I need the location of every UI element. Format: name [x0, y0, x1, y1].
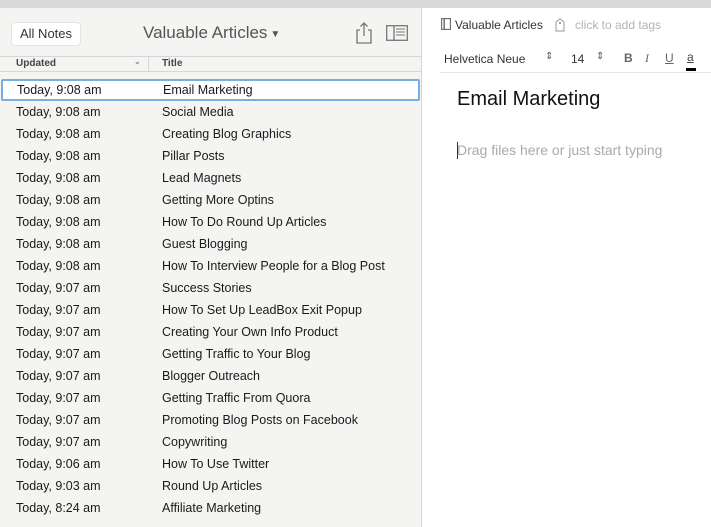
note-title-cell: Affiliate Marketing	[162, 501, 262, 515]
note-updated-cell: Today, 9:07 am	[16, 347, 101, 361]
all-notes-button[interactable]: All Notes	[11, 22, 82, 46]
bold-button[interactable]: B	[624, 51, 633, 65]
note-list-row[interactable]: Today, 9:07 am Copywriting	[0, 431, 421, 453]
font-size-stepper-icon[interactable]: ⇕	[596, 51, 604, 62]
note-updated-cell: Today, 9:06 am	[16, 457, 101, 471]
note-list-row[interactable]: Today, 9:06 am How To Use Twitter	[0, 453, 421, 475]
note-updated-cell: Today, 8:24 am	[16, 501, 101, 515]
note-editor-pane: Valuable Articles click to add tags Helv…	[422, 8, 711, 527]
text-caret	[457, 142, 458, 159]
note-list-row[interactable]: Today, 9:07 am How To Set Up LeadBox Exit…	[0, 299, 421, 321]
chevron-down-icon: ▼	[270, 29, 281, 40]
note-list-row[interactable]: Today, 9:08 am Creating Blog Graphics	[0, 123, 421, 145]
note-title-cell: Getting Traffic From Quora	[162, 391, 311, 405]
note-updated-cell: Today, 9:08 am	[16, 193, 101, 207]
note-title-cell: How To Set Up LeadBox Exit Popup	[162, 303, 362, 317]
note-title-cell: Success Stories	[162, 281, 252, 295]
tags-input[interactable]: click to add tags	[575, 18, 661, 32]
note-title-cell: Creating Your Own Info Product	[162, 325, 338, 339]
notebook-icon	[441, 18, 451, 30]
note-updated-cell: Today, 9:08 am	[17, 83, 102, 97]
note-list-row[interactable]: Today, 9:07 am Getting Traffic to Your Bl…	[0, 343, 421, 365]
format-toolbar: Helvetica Neue ⇕ 14 ⇕ B I U a	[440, 50, 711, 73]
note-updated-cell: Today, 9:08 am	[16, 127, 101, 141]
text-color-swatch	[686, 68, 696, 71]
text-color-button[interactable]: a	[687, 50, 694, 64]
note-updated-cell: Today, 9:07 am	[16, 435, 101, 449]
note-title-cell: Getting Traffic to Your Blog	[162, 347, 311, 361]
note-list-row[interactable]: Today, 9:07 am Creating Your Own Info Pro…	[0, 321, 421, 343]
note-updated-cell: Today, 9:08 am	[16, 105, 101, 119]
note-list-row[interactable]: Today, 9:07 am Promoting Blog Posts on Fa…	[0, 409, 421, 431]
note-list-column-header: Updated ⌄ Title	[0, 56, 421, 72]
note-updated-cell: Today, 9:07 am	[16, 303, 101, 317]
note-updated-cell: Today, 9:07 am	[16, 325, 101, 339]
note-list-pane: All Notes Valuable Articles ▼ Updated ⌄ T…	[0, 8, 421, 527]
note-title-cell: Blogger Outreach	[162, 369, 260, 383]
note-title-cell: Creating Blog Graphics	[162, 127, 292, 141]
share-icon[interactable]	[354, 21, 374, 45]
note-title-cell: Getting More Optins	[162, 193, 274, 207]
note-list-row[interactable]: Today, 9:07 am Blogger Outreach	[0, 365, 421, 387]
font-family-select[interactable]: Helvetica Neue	[444, 52, 525, 66]
note-list-row[interactable]: Today, 9:08 am Guest Blogging	[0, 233, 421, 255]
notebook-selector-label: Valuable Articles	[143, 23, 268, 42]
note-list-row[interactable]: Today, 9:07 am Getting Traffic From Quora	[0, 387, 421, 409]
sort-descending-icon[interactable]: ⌄	[134, 57, 141, 66]
underline-button[interactable]: U	[665, 51, 674, 65]
note-title-cell: How To Do Round Up Articles	[162, 215, 327, 229]
note-title-cell: How To Use Twitter	[162, 457, 270, 471]
font-size-select[interactable]: 14	[571, 52, 584, 66]
note-list-row[interactable]: Today, 9:08 am Social Media	[0, 101, 421, 123]
note-title-cell: Email Marketing	[163, 83, 253, 97]
note-updated-cell: Today, 9:07 am	[16, 391, 101, 405]
note-list-row[interactable]: Today, 9:08 am Getting More Optins	[0, 189, 421, 211]
note-title-cell: Round Up Articles	[162, 479, 263, 493]
note-title-field[interactable]: Email Marketing	[457, 88, 600, 111]
note-list-row[interactable]: Today, 9:08 am Pillar Posts	[0, 145, 421, 167]
note-list-row[interactable]: Today, 8:24 am Affiliate Marketing	[0, 497, 421, 519]
notebook-selector[interactable]: Valuable Articles ▼	[143, 22, 280, 47]
note-title-cell: Lead Magnets	[162, 171, 242, 185]
note-title-cell: Social Media	[162, 105, 234, 119]
editor-notebook-label[interactable]: Valuable Articles	[455, 18, 543, 32]
note-updated-cell: Today, 9:08 am	[16, 215, 101, 229]
font-family-stepper-icon[interactable]: ⇕	[545, 51, 553, 62]
note-list-row[interactable]: Today, 9:08 am How To Do Round Up Article…	[0, 211, 421, 233]
note-title-cell: Guest Blogging	[162, 237, 248, 251]
note-list-row[interactable]: Today, 9:08 am How To Interview People fo…	[0, 255, 421, 277]
note-title-cell: Copywriting	[162, 435, 228, 449]
note-title-cell: Promoting Blog Posts on Facebook	[162, 413, 358, 427]
note-updated-cell: Today, 9:08 am	[16, 149, 101, 163]
note-updated-cell: Today, 9:08 am	[16, 259, 101, 273]
note-updated-cell: Today, 9:08 am	[16, 237, 101, 251]
column-header-updated[interactable]: Updated	[16, 58, 56, 69]
column-header-title[interactable]: Title	[162, 58, 182, 69]
note-list-row[interactable]: Today, 9:08 am Lead Magnets	[0, 167, 421, 189]
toggle-layout-icon[interactable]	[386, 25, 408, 41]
note-list-row[interactable]: Today, 9:07 am Success Stories	[0, 277, 421, 299]
note-title-cell: Pillar Posts	[162, 149, 225, 163]
note-list-row[interactable]: Today, 9:03 am Round Up Articles	[0, 475, 421, 497]
note-updated-cell: Today, 9:07 am	[16, 413, 101, 427]
note-body-editor[interactable]: Drag files here or just start typing	[457, 142, 662, 158]
tag-icon	[555, 18, 565, 32]
window-top-strip	[0, 0, 711, 8]
note-updated-cell: Today, 9:07 am	[16, 281, 101, 295]
note-list-row[interactable]: Today, 9:08 am Email Marketing	[1, 79, 420, 101]
note-updated-cell: Today, 9:08 am	[16, 171, 101, 185]
note-title-cell: How To Interview People for a Blog Post	[162, 259, 385, 273]
note-updated-cell: Today, 9:03 am	[16, 479, 101, 493]
italic-button[interactable]: I	[645, 51, 649, 66]
note-list: Today, 9:08 am Email Marketing Today, 9:08…	[0, 79, 421, 519]
note-updated-cell: Today, 9:07 am	[16, 369, 101, 383]
column-separator[interactable]	[148, 57, 149, 71]
